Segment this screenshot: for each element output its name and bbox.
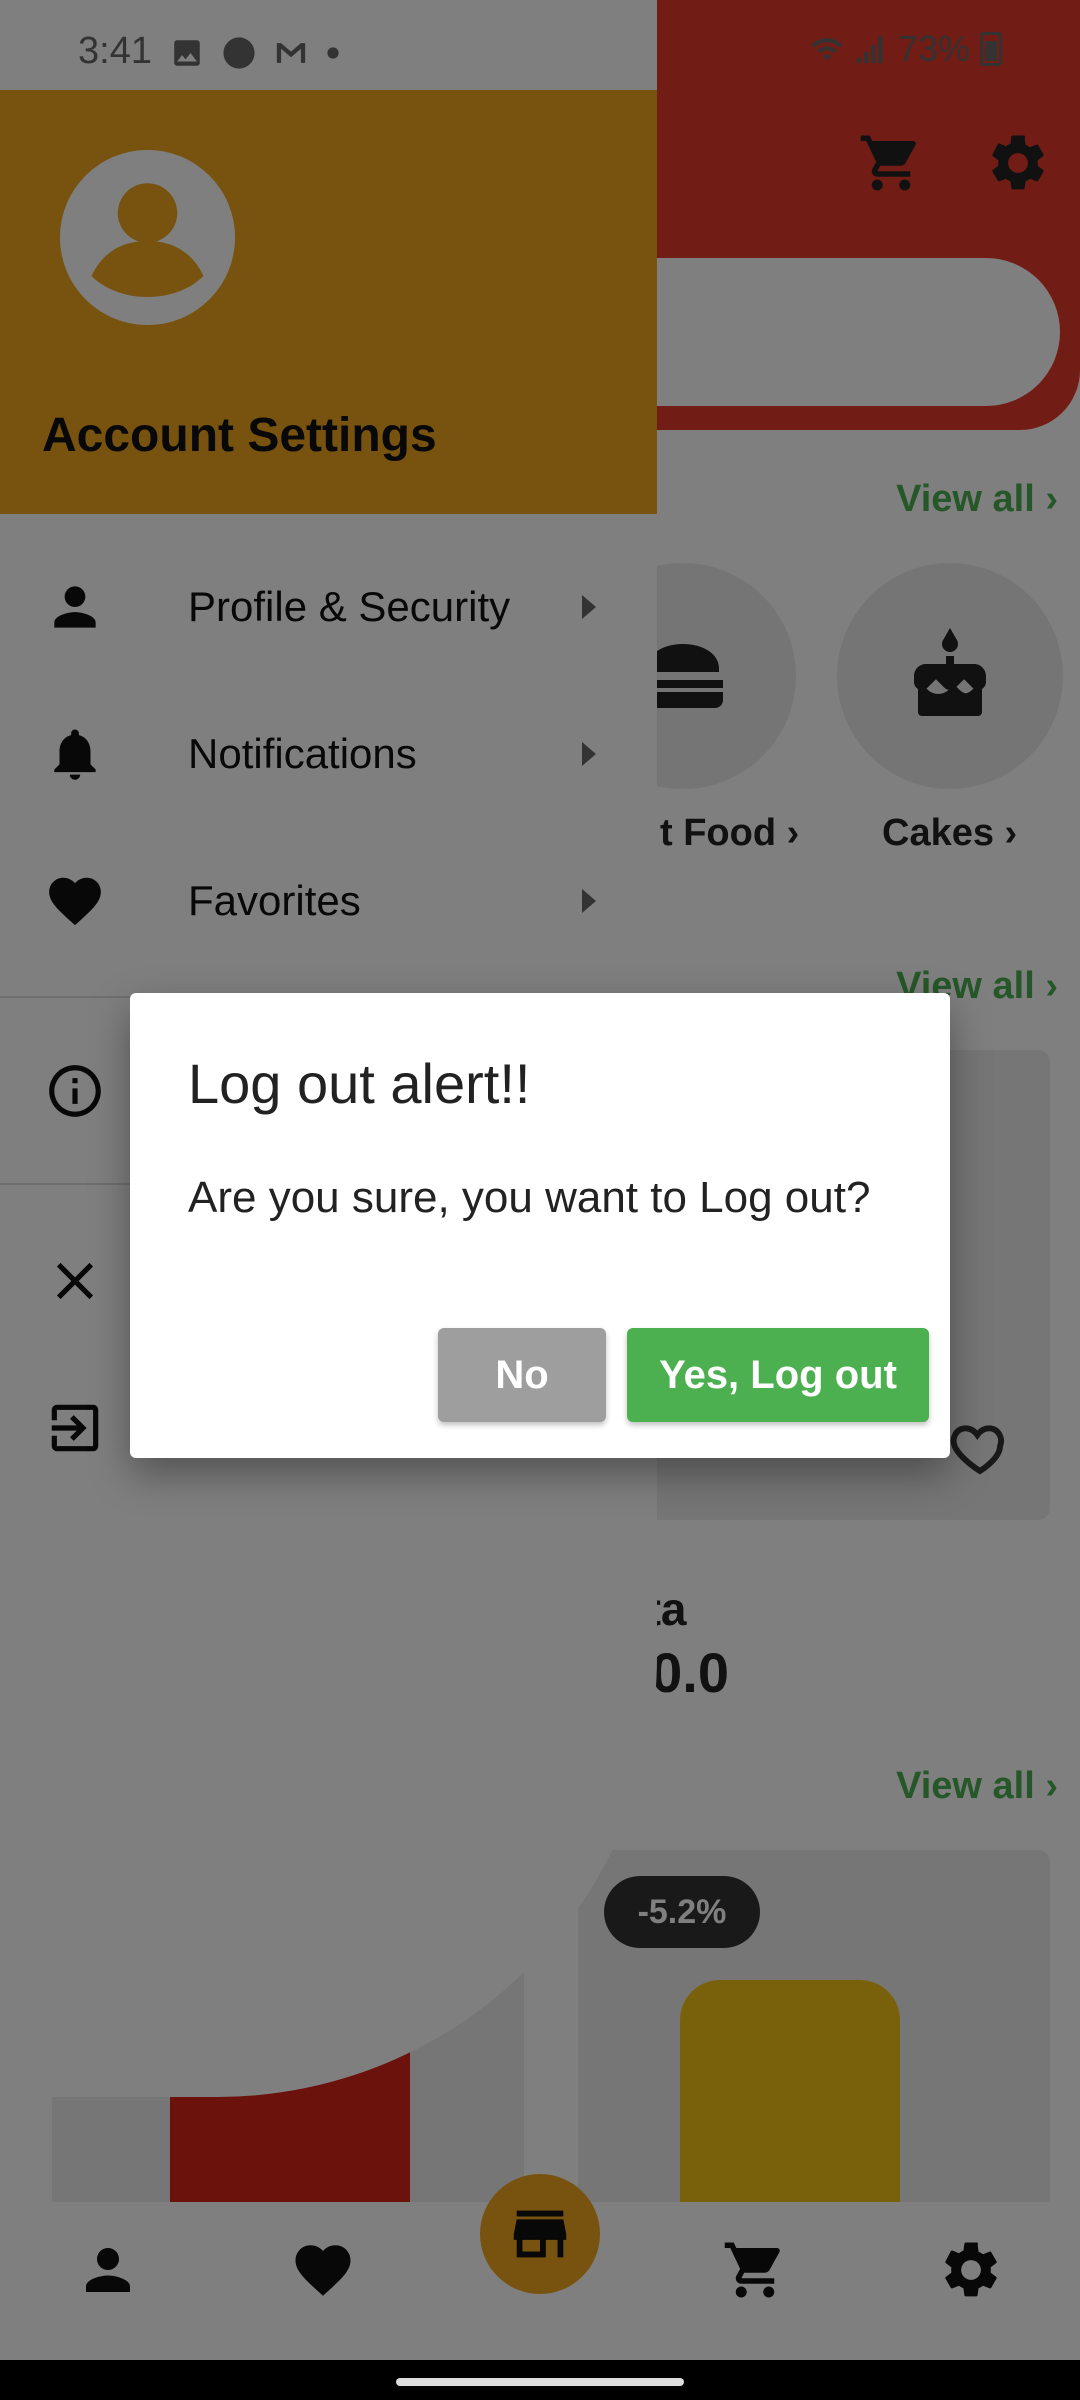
wifi-icon	[810, 32, 844, 66]
status-bar: 3:41 73%	[0, 0, 1080, 90]
logout-dialog: Log out alert!! Are you sure, you want t…	[130, 993, 950, 1458]
system-navigation-bar	[0, 2360, 1080, 2400]
app-notification-icon	[222, 36, 256, 70]
signal-icon	[854, 32, 888, 66]
battery-icon	[980, 32, 1002, 66]
home-gesture-pill[interactable]	[396, 2378, 684, 2386]
image-notification-icon	[170, 36, 204, 70]
yes-logout-button[interactable]: Yes, Log out	[627, 1328, 929, 1422]
status-time: 3:41	[78, 30, 152, 72]
dialog-title: Log out alert!!	[188, 1052, 531, 1115]
gmail-icon	[274, 36, 308, 70]
no-button[interactable]: No	[438, 1328, 606, 1422]
dialog-message: Are you sure, you want to Log out?	[188, 1173, 871, 1222]
battery-percent: 73%	[897, 28, 970, 69]
more-notifications-dot-icon	[326, 46, 340, 60]
